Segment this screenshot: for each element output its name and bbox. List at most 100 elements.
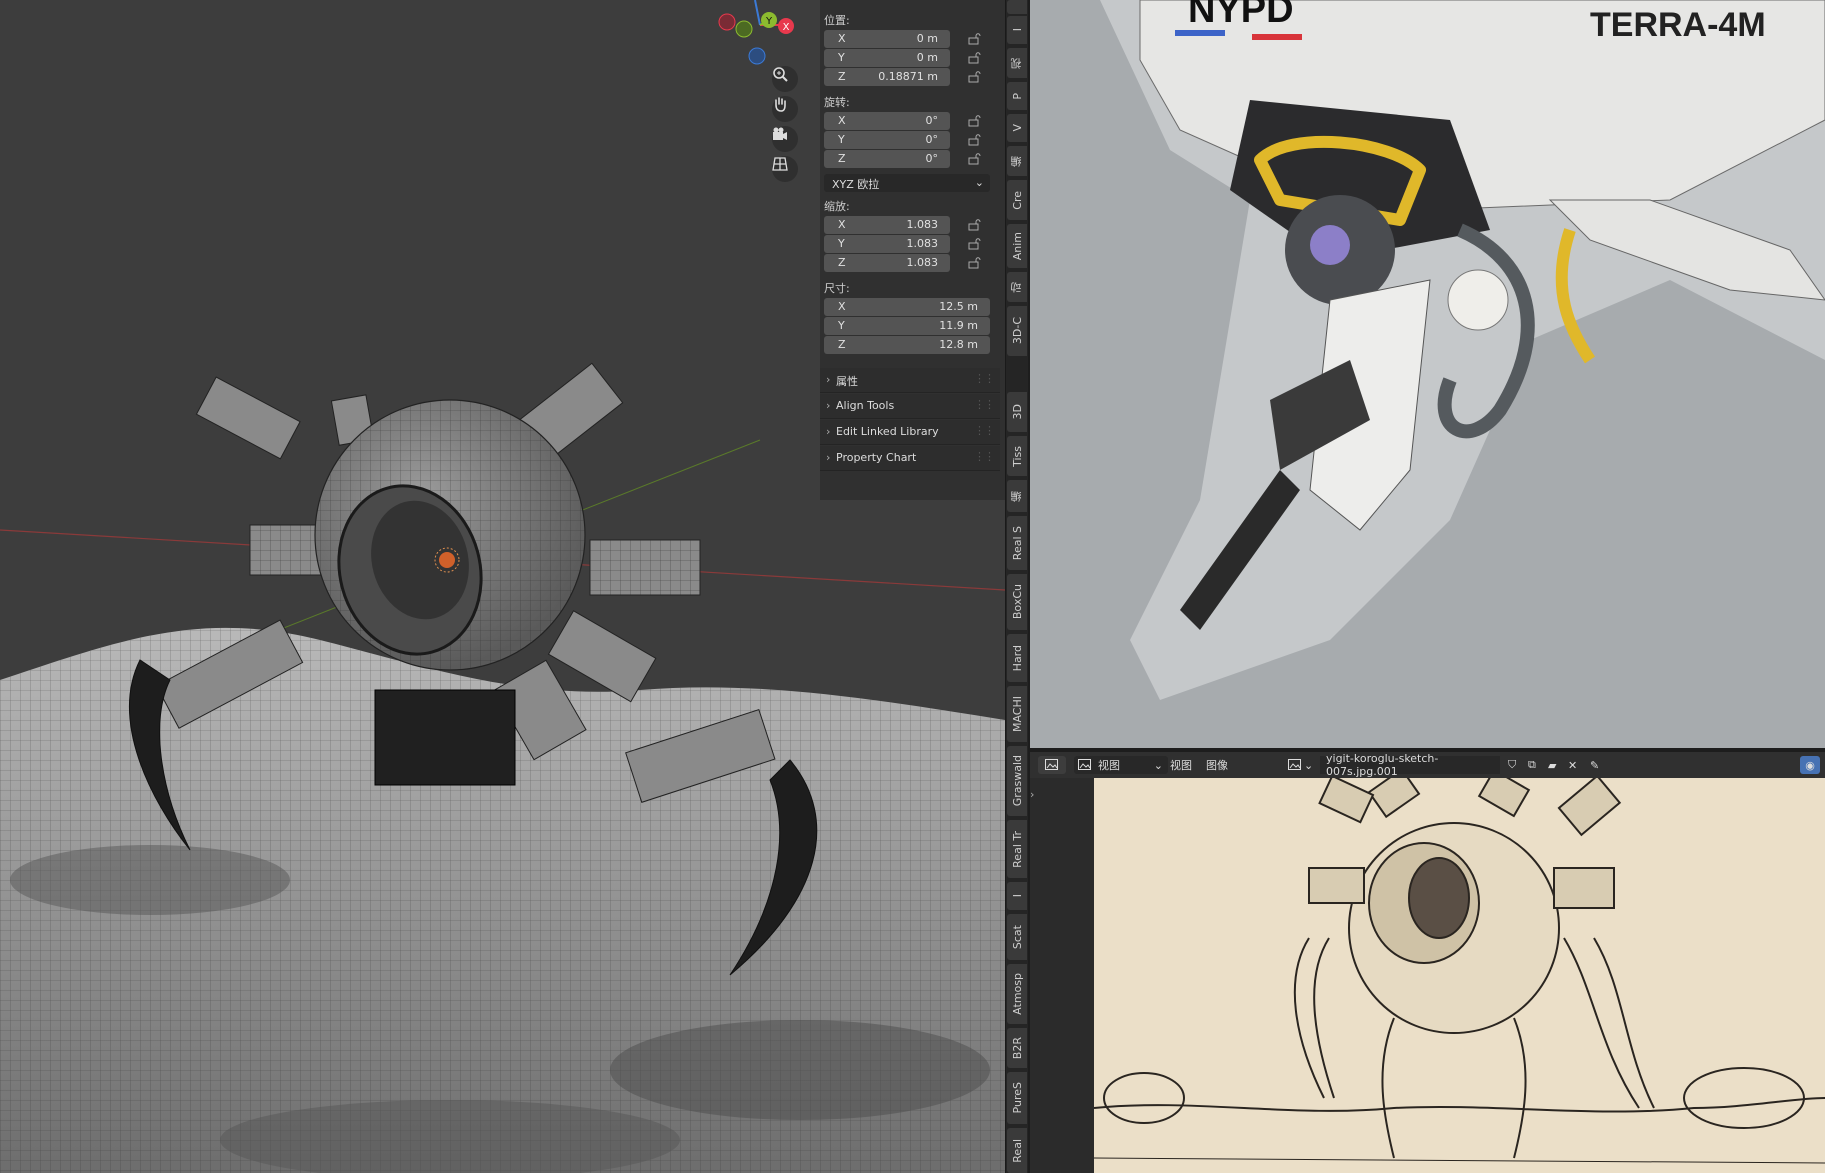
zoom-icon — [773, 67, 788, 82]
open-file-button[interactable]: ▰ — [1548, 756, 1556, 774]
police-drone-illustration: TERRA-4M POLICE OFFICER #028345 NYPD — [1100, 0, 1825, 700]
subpanel-edit-linked-library[interactable]: › Edit Linked Library ⋮⋮ — [820, 420, 1000, 445]
editor-type-button[interactable] — [1038, 756, 1066, 774]
grid-icon — [772, 157, 788, 171]
menu-image[interactable]: 图像 — [1206, 756, 1228, 774]
subpanel-property-chart[interactable]: › Property Chart ⋮⋮ — [820, 446, 1000, 471]
lock-icon[interactable] — [968, 52, 982, 64]
sidebar-tab[interactable]: Atmosp — [1007, 964, 1027, 1024]
dimension-x-field[interactable]: X 12.5 m — [824, 298, 990, 316]
pin-icon: ✎ — [1590, 758, 1600, 772]
image-browse-button[interactable]: ⌄ — [1288, 756, 1316, 774]
image-name-field[interactable]: yigit-koroglu-sketch-007s.jpg.001 — [1320, 752, 1500, 778]
lock-icon[interactable] — [968, 219, 982, 231]
duplicate-button[interactable]: ⧉ — [1528, 756, 1536, 774]
sidebar-tab[interactable]: 编 — [1007, 480, 1027, 512]
rotation-z-field[interactable]: Z 0° — [824, 150, 950, 168]
sidebar-tab[interactable]: B2R — [1007, 1028, 1027, 1068]
sidebar-tab[interactable]: 编 — [1007, 146, 1027, 176]
sidebar-tab[interactable]: 3D — [1007, 392, 1027, 432]
reference-image-police-drone[interactable]: TERRA-4M POLICE OFFICER #028345 NYPD — [1030, 0, 1825, 748]
scale-x-field[interactable]: X 1.083 — [824, 216, 950, 234]
sidebar-tab[interactable]: Hard — [1007, 634, 1027, 682]
sidebar-tab[interactable]: Real — [1007, 1128, 1027, 1173]
pan-button[interactable] — [772, 96, 798, 122]
dimension-y-field[interactable]: Y 11.9 m — [824, 317, 990, 335]
subpanel-align-tools[interactable]: › Align Tools ⋮⋮ — [820, 394, 1000, 419]
scale-z-field[interactable]: Z 1.083 — [824, 254, 950, 272]
sidebar-tab[interactable] — [1007, 0, 1027, 14]
location-y-field[interactable]: Y0 m — [824, 49, 950, 67]
menu-view[interactable]: 视图 — [1170, 756, 1192, 774]
drag-grip-icon[interactable]: ⋮⋮ — [974, 372, 995, 385]
chevron-right-icon[interactable]: › — [1030, 788, 1040, 801]
scale-label: 缩放: — [824, 200, 850, 213]
chevron-right-icon: › — [826, 425, 831, 438]
sidebar-tab[interactable]: Anim — [1007, 224, 1027, 268]
rotation-y-field[interactable]: Y 0° — [824, 131, 950, 149]
brand-text: TERRA-4M — [1590, 6, 1766, 44]
drag-grip-icon[interactable]: ⋮⋮ — [974, 450, 995, 463]
sidebar-tab[interactable]: I — [1007, 882, 1027, 910]
rotation-mode-dropdown[interactable]: XYZ 欧拉 ⌄ — [824, 174, 990, 192]
sidebar-tab[interactable]: Tiss — [1007, 436, 1027, 476]
drag-grip-icon[interactable]: ⋮⋮ — [974, 424, 995, 437]
sidebar-tab[interactable]: PureS — [1007, 1072, 1027, 1124]
police-text: POLICE — [1260, 75, 1309, 90]
drag-grip-icon[interactable]: ⋮⋮ — [974, 398, 995, 411]
chevron-down-icon: ⌄ — [974, 176, 984, 189]
navigation-gizmo[interactable]: X Y — [715, 0, 805, 70]
lock-icon[interactable] — [968, 257, 982, 269]
lock-icon[interactable] — [968, 115, 982, 127]
image-editor-toolbar-region: › — [1030, 778, 1094, 1173]
sidebar-tab[interactable]: Scat — [1007, 914, 1027, 960]
sidebar-tab-strip: I 视 P V 编 Cre Anim 动 3D-C 3D Tiss 编 Real… — [1005, 0, 1028, 1173]
chevron-right-icon: › — [826, 373, 831, 386]
fake-user-button[interactable]: ⛉ — [1508, 756, 1516, 774]
sidebar-tab[interactable]: Cre — [1007, 180, 1027, 220]
lock-icon[interactable] — [968, 71, 982, 83]
chevron-down-icon: ⌄ — [1304, 758, 1314, 772]
reference-image-sketch[interactable] — [1094, 778, 1825, 1173]
sidebar-tab[interactable]: MACHI — [1007, 686, 1027, 742]
subpanel-properties[interactable]: › 属性 ⋮⋮ — [820, 368, 1000, 393]
chevron-right-icon: › — [826, 451, 831, 464]
gizmo-x-label: X — [783, 22, 790, 33]
dimension-z-field[interactable]: Z 12.8 m — [824, 336, 990, 354]
sidebar-tab[interactable]: I — [1007, 16, 1027, 44]
sidebar-tab[interactable]: BoxCu — [1007, 574, 1027, 630]
sidebar-tab[interactable]: V — [1007, 114, 1027, 142]
image-editor-icon — [1045, 759, 1058, 770]
sidebar-tab[interactable]: 动 — [1007, 272, 1027, 302]
zoom-button[interactable] — [772, 66, 798, 92]
sidebar-tab[interactable]: 3D-C — [1007, 306, 1027, 356]
sidebar-tab[interactable]: Real S — [1007, 516, 1027, 570]
overlay-icon: ◉ — [1805, 758, 1815, 772]
rotation-x-field[interactable]: X 0° — [824, 112, 950, 130]
sidebar-tab[interactable]: 视 — [1007, 48, 1027, 78]
dimensions-label: 尺寸: — [824, 282, 850, 295]
lock-icon[interactable] — [968, 238, 982, 250]
officer-text: OFFICER #028345 — [1259, 65, 1328, 74]
location-z-field[interactable]: Z 0.18871 m — [824, 68, 950, 86]
view-mode-dropdown[interactable]: 视图 ⌄ — [1074, 756, 1168, 774]
image-icon — [1288, 759, 1301, 770]
rotation-label: 旋转: — [824, 96, 850, 109]
camera-icon — [773, 127, 787, 140]
image-icon — [1078, 759, 1091, 770]
scale-y-field[interactable]: Y 1.083 — [824, 235, 950, 253]
perspective-toggle-button[interactable] — [772, 156, 798, 182]
overlay-toggle[interactable]: ◉ — [1800, 756, 1820, 774]
nypd-text: NYPD — [1188, 0, 1294, 31]
sidebar-tab[interactable]: Real Tr — [1007, 820, 1027, 878]
sidebar-tab[interactable]: P — [1007, 82, 1027, 110]
lock-icon[interactable] — [968, 134, 982, 146]
unlink-button[interactable]: ✕ — [1568, 756, 1577, 774]
location-x-field[interactable]: X0 m — [824, 30, 950, 48]
lock-icon[interactable] — [968, 33, 982, 45]
lock-icon[interactable] — [968, 153, 982, 165]
camera-view-button[interactable] — [772, 126, 798, 152]
sidebar-tab[interactable]: Graswald — [1007, 746, 1027, 816]
pin-button[interactable]: ✎ — [1590, 756, 1599, 774]
robot-sketch-illustration — [1094, 778, 1825, 1164]
